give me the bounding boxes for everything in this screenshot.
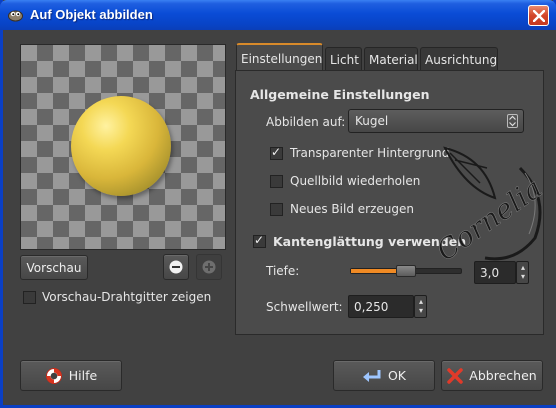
- tab-licht[interactable]: Licht: [325, 47, 362, 72]
- cancel-button[interactable]: Abbrechen: [441, 360, 543, 391]
- help-button[interactable]: Hilfe: [20, 360, 122, 391]
- preview-canvas: [20, 44, 226, 250]
- spin-up-icon: ▴: [418, 297, 423, 306]
- watermark-text: Cornelia: [430, 171, 548, 267]
- wireframe-checkbox-label: Vorschau-Drahtgitter zeigen: [42, 290, 212, 304]
- tab-material[interactable]: Material: [364, 47, 418, 72]
- antialias-checkbox[interactable]: [253, 233, 266, 248]
- depth-label: Tiefe:: [266, 264, 300, 278]
- enter-arrow-icon: [362, 369, 381, 382]
- gimp-app-icon: [8, 10, 23, 22]
- wireframe-checkbox[interactable]: [23, 291, 36, 304]
- ok-button[interactable]: OK: [333, 360, 435, 391]
- cancel-button-label: Abbrechen: [469, 368, 537, 383]
- depth-slider-fill: [351, 269, 400, 273]
- zoom-out-icon: [169, 260, 183, 274]
- map-to-label: Abbilden auf:: [266, 115, 346, 129]
- zoom-in-button[interactable]: [196, 254, 222, 280]
- zoom-out-button[interactable]: [163, 254, 189, 280]
- title-bar[interactable]: Auf Objekt abbilden: [0, 0, 556, 30]
- map-to-value: Kugel: [355, 114, 389, 128]
- tile-source-checkbox[interactable]: [270, 175, 283, 188]
- map-to-select[interactable]: Kugel: [348, 109, 524, 133]
- tab-label: Ausrichtung: [425, 53, 498, 67]
- close-button[interactable]: [528, 5, 549, 26]
- tab-label: Einstellungen: [241, 52, 323, 66]
- transparent-bg-checkbox[interactable]: [270, 145, 283, 160]
- chevron-updown-icon: [507, 114, 518, 128]
- lifebuoy-icon: [45, 367, 62, 384]
- depth-slider-handle[interactable]: [396, 265, 416, 277]
- new-image-checkbox[interactable]: [270, 203, 283, 216]
- zoom-in-icon: [202, 260, 216, 274]
- help-button-label: Hilfe: [68, 368, 98, 383]
- spin-down-icon: ▾: [520, 272, 525, 281]
- tile-source-label: Quellbild wiederholen: [290, 174, 421, 188]
- threshold-spin-buttons[interactable]: ▴ ▾: [414, 295, 427, 318]
- general-settings-heading: Allgemeine Einstellungen: [250, 87, 430, 102]
- sphere-preview: [71, 96, 171, 196]
- cancel-x-icon: [447, 367, 464, 384]
- dialog-content: Vorschau Vorschau-Drahtgitter zeigen Ein…: [6, 30, 556, 405]
- tab-label: Material: [369, 53, 418, 67]
- depth-slider[interactable]: [350, 265, 462, 277]
- spin-down-icon: ▾: [418, 306, 423, 315]
- threshold-input[interactable]: 0,250: [348, 295, 414, 318]
- threshold-value: 0,250: [354, 300, 389, 314]
- threshold-label: Schwellwert:: [266, 300, 343, 314]
- preview-button[interactable]: Vorschau: [20, 255, 88, 280]
- window-title: Auf Objekt abbilden: [30, 7, 153, 22]
- dialog-window: Auf Objekt abbilden Vorschau Vorschau-Dr…: [0, 0, 556, 408]
- close-icon: [533, 10, 545, 22]
- depth-value: 3,0: [480, 266, 500, 280]
- preview-button-label: Vorschau: [26, 260, 82, 275]
- tab-ausrichtung[interactable]: Ausrichtung: [420, 47, 498, 72]
- signature-watermark: Cornelia: [430, 146, 549, 268]
- new-image-label: Neues Bild erzeugen: [290, 202, 414, 216]
- ok-button-label: OK: [387, 368, 407, 383]
- tab-einstellungen[interactable]: Einstellungen: [236, 43, 323, 72]
- tab-label: Licht: [330, 53, 359, 67]
